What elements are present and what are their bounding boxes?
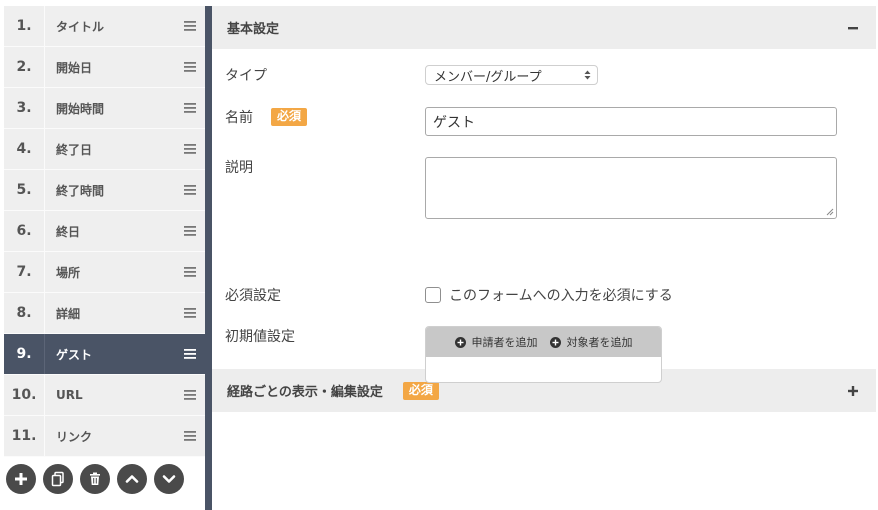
plus-circle-icon — [549, 336, 561, 348]
settings-panel: 基本設定 タイプ メンバー/グループ 名前 必須 ゲスト 説明 必須設定 このフ… — [212, 6, 876, 510]
plus-circle-icon — [454, 336, 466, 348]
name-label: 名前 — [225, 110, 253, 126]
name-required-badge: 必須 — [271, 108, 308, 126]
form-editor: 1. タイトル 2. 開始日 3. 開始時間 4. 終了日 5. 終了時間 6. 終日 7. 場所 8. 詳細… — [0, 0, 878, 510]
sidebar-item-number: 9. — [4, 334, 45, 374]
sidebar-item[interactable]: 7. 場所 — [4, 252, 205, 293]
required-checkbox-label: このフォームへの入力を必須にする — [449, 288, 673, 304]
delete-field-button[interactable] — [80, 464, 110, 494]
sidebar-item-label: 詳細 — [56, 306, 81, 321]
plus-icon — [848, 385, 858, 396]
sidebar-item-number: 7. — [4, 252, 45, 292]
drag-handle-icon[interactable] — [175, 431, 205, 441]
sidebar-item-label: タイトル — [56, 19, 105, 34]
sidebar-item-number: 6. — [4, 211, 45, 251]
sidebar-item[interactable]: 10. URL — [4, 375, 205, 416]
initial-value-actions: 申請者を追加 対象者を追加 — [426, 327, 661, 357]
initial-value-box: 申請者を追加 対象者を追加 — [425, 326, 662, 383]
type-select-value: メンバー/グループ — [434, 69, 542, 85]
sidebar-item[interactable]: 3. 開始時間 — [4, 88, 205, 129]
collapse-toggle[interactable] — [845, 22, 861, 34]
drag-handle-icon[interactable] — [175, 185, 205, 195]
sidebar-item-number: 11. — [4, 416, 45, 456]
basic-settings-header[interactable]: 基本設定 — [212, 6, 876, 49]
sidebar-item[interactable]: 6. 終日 — [4, 211, 205, 252]
required-checkbox[interactable] — [425, 287, 441, 303]
sidebar-item-number: 5. — [4, 170, 45, 210]
sidebar-item[interactable]: 9. ゲスト — [4, 334, 205, 375]
sidebar-item-label: 終日 — [56, 224, 81, 239]
panel-divider — [205, 6, 212, 510]
sidebar-item-label: 開始時間 — [56, 101, 105, 116]
sidebar-item-label: 開始日 — [56, 60, 93, 75]
sidebar-item-number: 10. — [4, 375, 45, 415]
type-label: タイプ — [225, 68, 267, 84]
add-field-button[interactable] — [6, 464, 36, 494]
field-list: 1. タイトル 2. 開始日 3. 開始時間 4. 終了日 5. 終了時間 6. 終日 7. 場所 8. 詳細… — [4, 6, 205, 457]
sidebar-item-label: 場所 — [56, 265, 81, 280]
type-select[interactable]: メンバー/グループ — [425, 65, 598, 85]
drag-handle-icon[interactable] — [175, 390, 205, 400]
route-required-badge: 必須 — [402, 381, 439, 400]
description-label: 説明 — [225, 160, 253, 176]
plus-icon — [15, 473, 27, 485]
drag-handle-icon[interactable] — [175, 21, 205, 31]
move-down-button[interactable] — [154, 464, 184, 494]
drag-handle-icon[interactable] — [175, 349, 205, 359]
sidebar-item-number: 2. — [4, 47, 45, 87]
drag-handle-icon[interactable] — [175, 103, 205, 113]
sidebar-item-label: 終了日 — [56, 142, 93, 157]
field-list-sidebar: 1. タイトル 2. 開始日 3. 開始時間 4. 終了日 5. 終了時間 6. 終日 7. 場所 8. 詳細… — [4, 6, 205, 510]
sidebar-item[interactable]: 11. リンク — [4, 416, 205, 457]
move-up-button[interactable] — [117, 464, 147, 494]
chevron-up-icon — [125, 475, 139, 483]
sidebar-item-number: 8. — [4, 293, 45, 333]
copy-field-button[interactable] — [43, 464, 73, 494]
expand-toggle[interactable] — [845, 385, 861, 397]
add-target-button[interactable]: 対象者を追加 — [549, 334, 633, 350]
trash-icon — [90, 472, 100, 485]
field-toolbar — [6, 464, 184, 494]
sidebar-item-label: リンク — [56, 429, 93, 444]
sidebar-item-number: 4. — [4, 129, 45, 169]
initial-value-label: 初期値設定 — [225, 329, 295, 345]
copy-icon — [51, 471, 64, 487]
sidebar-item-label: 終了時間 — [56, 183, 105, 198]
drag-handle-icon[interactable] — [175, 226, 205, 236]
sidebar-item[interactable]: 8. 詳細 — [4, 293, 205, 334]
add-applicant-label: 申請者を追加 — [471, 336, 538, 349]
description-textarea[interactable] — [425, 157, 837, 219]
select-arrows-icon — [584, 70, 591, 80]
add-applicant-button[interactable]: 申請者を追加 — [454, 334, 538, 350]
drag-handle-icon[interactable] — [175, 62, 205, 72]
required-setting-label: 必須設定 — [225, 288, 281, 304]
sidebar-item[interactable]: 2. 開始日 — [4, 47, 205, 88]
sidebar-item-number: 3. — [4, 88, 45, 128]
basic-settings-title: 基本設定 — [227, 22, 280, 37]
name-input-value: ゲスト — [433, 114, 475, 131]
drag-handle-icon[interactable] — [175, 267, 205, 277]
sidebar-item-label: ゲスト — [56, 347, 93, 362]
route-settings-title: 経路ごとの表示・編集設定 — [227, 385, 383, 400]
sidebar-item[interactable]: 4. 終了日 — [4, 129, 205, 170]
required-checkbox-row[interactable]: このフォームへの入力を必須にする — [425, 285, 673, 305]
drag-handle-icon[interactable] — [175, 144, 205, 154]
resize-grip-icon — [826, 208, 834, 216]
drag-handle-icon[interactable] — [175, 308, 205, 318]
add-target-label: 対象者を追加 — [566, 336, 633, 349]
sidebar-item[interactable]: 1. タイトル — [4, 6, 205, 47]
sidebar-item-label: URL — [56, 388, 83, 402]
chevron-down-icon — [162, 475, 176, 483]
minus-icon — [848, 26, 858, 29]
sidebar-item-number: 1. — [4, 6, 45, 46]
name-input[interactable]: ゲスト — [425, 107, 837, 136]
basic-settings-form: タイプ メンバー/グループ 名前 必須 ゲスト 説明 必須設定 このフォームへの… — [212, 49, 876, 383]
name-label-row: 名前 必須 — [225, 107, 308, 127]
sidebar-item[interactable]: 5. 終了時間 — [4, 170, 205, 211]
